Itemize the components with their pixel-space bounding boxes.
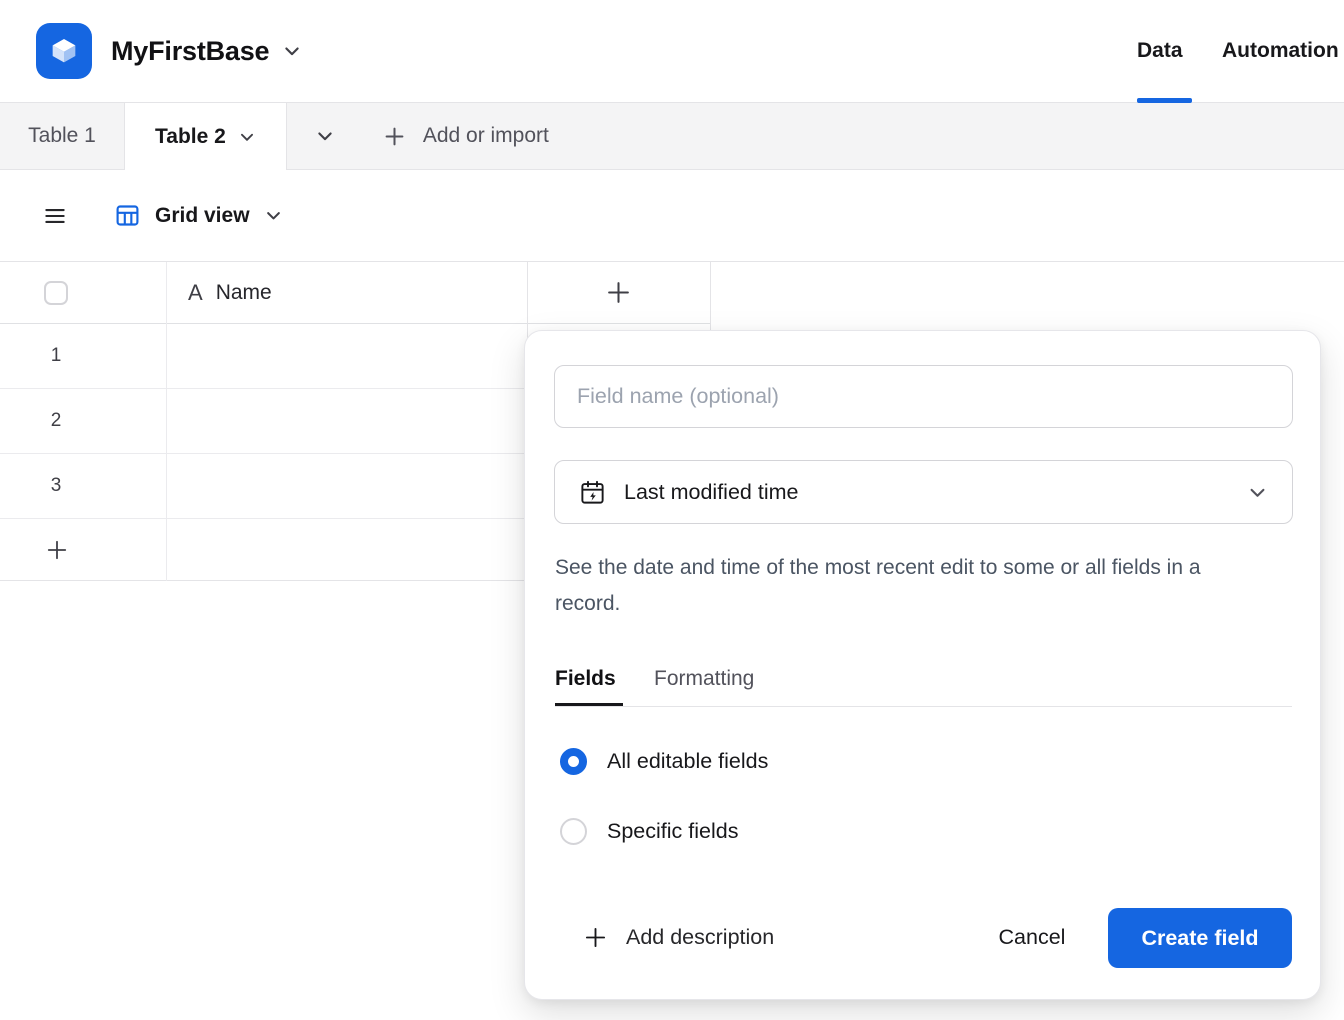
name-column-header[interactable]: A Name: [166, 262, 527, 323]
grid-view-button[interactable]: Grid view: [114, 202, 283, 229]
select-all-checkbox[interactable]: [44, 281, 68, 305]
plus-icon: [606, 280, 631, 305]
table-tab-1[interactable]: Table 1: [0, 103, 124, 169]
app-window: MyFirstBase Data Automation Table 1 Tabl…: [0, 0, 1344, 1020]
plus-icon: [46, 539, 68, 561]
nav-tab-automation[interactable]: Automation: [1222, 0, 1339, 102]
add-row-button[interactable]: [0, 519, 527, 581]
tabs-divider: [555, 706, 1292, 707]
last-modified-time-icon: [579, 479, 606, 506]
row-number: 3: [44, 475, 68, 497]
field-name-input[interactable]: [554, 365, 1293, 428]
cancel-button[interactable]: Cancel: [977, 913, 1087, 961]
base-name[interactable]: MyFirstBase: [111, 36, 269, 67]
table-row[interactable]: 2: [0, 389, 527, 454]
add-or-import-button[interactable]: Add or import: [383, 103, 549, 169]
chevron-down-icon: [315, 126, 335, 146]
add-description-button[interactable]: Add description: [584, 919, 774, 955]
radio-label: Specific fields: [607, 819, 738, 844]
name-column-label: Name: [216, 281, 272, 305]
table-row[interactable]: 1: [0, 324, 527, 389]
table-row[interactable]: 3: [0, 454, 527, 519]
tab-fields[interactable]: Fields: [555, 667, 616, 691]
grid-header-row: A Name: [0, 262, 710, 324]
row-header-cell: [0, 262, 166, 323]
plus-icon: [584, 926, 607, 949]
field-type-label: Last modified time: [624, 480, 798, 505]
view-name: Grid view: [155, 204, 250, 228]
radio-label: All editable fields: [607, 749, 768, 774]
row-number: 2: [44, 410, 68, 432]
table-tab-2-label: Table 2: [155, 125, 226, 149]
radio-selected-icon: [560, 748, 587, 775]
create-field-button[interactable]: Create field: [1108, 908, 1292, 968]
hamburger-icon: [42, 203, 68, 229]
row-number: 1: [44, 345, 68, 367]
app-header: MyFirstBase Data Automation: [0, 0, 1344, 103]
grid-view-icon: [114, 202, 141, 229]
tab-formatting[interactable]: Formatting: [654, 667, 754, 691]
add-or-import-label: Add or import: [423, 124, 549, 148]
grid-divider: [710, 262, 711, 330]
field-type-select[interactable]: Last modified time: [554, 460, 1293, 524]
select-chevron-down-icon: [1247, 482, 1268, 503]
logo-cube-icon: [47, 34, 81, 68]
table-tab-2[interactable]: Table 2: [124, 103, 287, 170]
table-tab-2-chevron-icon[interactable]: [238, 128, 256, 146]
grid-divider: [166, 262, 167, 581]
add-description-label: Add description: [626, 925, 774, 950]
app-logo[interactable]: [36, 23, 92, 79]
table-tabs-bar: Table 1 Table 2 Add or import: [0, 103, 1344, 170]
plus-icon: [383, 125, 406, 148]
view-chevron-down-icon: [264, 206, 283, 225]
nav-tab-data[interactable]: Data: [1137, 0, 1183, 102]
view-toolbar: Grid view: [0, 170, 1344, 262]
field-editor-popover: Last modified time See the date and time…: [524, 330, 1321, 1000]
table-list-button[interactable]: [287, 103, 363, 169]
text-field-icon: A: [188, 280, 203, 306]
radio-specific-fields[interactable]: Specific fields: [560, 813, 738, 849]
add-field-button[interactable]: [527, 262, 710, 323]
base-chevron-down-icon[interactable]: [282, 41, 302, 61]
radio-unselected-icon: [560, 818, 587, 845]
radio-all-editable-fields[interactable]: All editable fields: [560, 743, 768, 779]
field-type-description: See the date and time of the most recent…: [555, 550, 1250, 622]
views-menu-button[interactable]: [42, 203, 68, 229]
